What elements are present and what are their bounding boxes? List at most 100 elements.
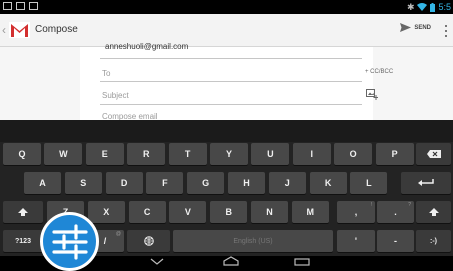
- period-key[interactable]: . ?: [377, 201, 414, 223]
- space-bar[interactable]: English (US): [173, 230, 333, 252]
- attach-icon[interactable]: [366, 89, 378, 100]
- key-o[interactable]: O: [334, 143, 373, 165]
- key-m[interactable]: M: [291, 201, 329, 223]
- shift-icon: [18, 208, 28, 216]
- from-underline: [100, 58, 362, 59]
- key-label: K: [324, 178, 332, 188]
- compose-card: anneshuoli@gmail.com To Subject Compose …: [80, 42, 373, 121]
- key-label: W: [59, 149, 68, 159]
- shift-key-left[interactable]: [3, 201, 43, 223]
- comma-key[interactable]: , !: [337, 201, 375, 223]
- key-v[interactable]: V: [169, 201, 207, 223]
- emoji-key[interactable]: :-): [416, 230, 451, 252]
- key-label: O: [349, 149, 357, 159]
- key-label: T: [184, 149, 191, 159]
- key-label: B: [225, 207, 232, 217]
- notification-icons: [3, 2, 38, 10]
- key-e[interactable]: E: [85, 143, 124, 165]
- up-caret-icon[interactable]: ‹: [2, 23, 6, 37]
- key-label: U: [267, 149, 274, 159]
- action-bar: ‹ Compose SEND: [0, 14, 453, 47]
- key-r[interactable]: R: [127, 143, 166, 165]
- key-w[interactable]: W: [44, 143, 83, 165]
- key-n[interactable]: N: [251, 201, 288, 223]
- recents-nav-icon[interactable]: [294, 256, 310, 266]
- send-label: SEND: [414, 24, 431, 31]
- enter-key[interactable]: [401, 172, 451, 194]
- system-icons: ✱ 5:5: [407, 1, 451, 13]
- key-label: I: [310, 149, 314, 159]
- screenshot-icon: [3, 2, 12, 10]
- enter-icon: [418, 179, 434, 186]
- key-label: M: [306, 207, 315, 217]
- key-x[interactable]: X: [87, 201, 125, 223]
- clock: 5:5: [438, 2, 451, 12]
- shift-key-right[interactable]: [416, 201, 451, 223]
- key-label: R: [142, 149, 150, 159]
- backspace-key[interactable]: [416, 143, 451, 165]
- apostrophe-key[interactable]: ': [337, 230, 375, 252]
- back-nav-icon[interactable]: [150, 256, 164, 266]
- key-label: G: [202, 178, 210, 188]
- key-a[interactable]: A: [24, 172, 61, 194]
- dash-label: -: [394, 236, 397, 246]
- home-nav-icon[interactable]: [222, 256, 240, 266]
- key-u[interactable]: U: [251, 143, 290, 165]
- key-t[interactable]: T: [168, 143, 207, 165]
- key-label: J: [284, 178, 290, 188]
- key-label: C: [143, 207, 151, 217]
- app-title: Compose: [35, 24, 78, 35]
- exclam-hint: !: [370, 202, 372, 208]
- key-label: F: [162, 178, 168, 188]
- key-label: V: [184, 207, 191, 217]
- key-d[interactable]: D: [105, 172, 143, 194]
- key-label: P: [391, 149, 398, 159]
- key-s[interactable]: S: [64, 172, 102, 194]
- key-label: S: [80, 178, 87, 188]
- slash-label: /: [103, 236, 107, 246]
- key-label: L: [366, 178, 372, 188]
- period-label: .: [394, 207, 397, 217]
- key-h[interactable]: H: [228, 172, 265, 194]
- key-q[interactable]: Q: [3, 143, 41, 165]
- subject-field[interactable]: Subject: [102, 91, 129, 100]
- wifi-icon: [417, 3, 428, 11]
- key-f[interactable]: F: [146, 172, 184, 194]
- key-b[interactable]: B: [210, 201, 248, 223]
- key-k[interactable]: K: [309, 172, 347, 194]
- key-label: Q: [18, 149, 26, 159]
- overflow-icon[interactable]: [443, 23, 449, 39]
- at-hint: @: [115, 231, 121, 237]
- key-l[interactable]: L: [350, 172, 388, 194]
- key-p[interactable]: P: [375, 143, 414, 165]
- send-button[interactable]: SEND: [400, 23, 431, 32]
- to-underline: [100, 81, 362, 82]
- key-j[interactable]: J: [268, 172, 306, 194]
- symbols-key[interactable]: ?123: [3, 230, 43, 252]
- gmail-icon[interactable]: [9, 22, 30, 38]
- to-field[interactable]: To: [102, 69, 110, 78]
- space-label: English (US): [233, 237, 273, 245]
- language-key[interactable]: [127, 230, 170, 252]
- settings-fab[interactable]: [40, 212, 99, 271]
- subject-underline: [100, 104, 362, 105]
- key-label: D: [120, 178, 128, 188]
- dash-key[interactable]: -: [377, 230, 414, 252]
- sd-card-icon: [29, 2, 38, 10]
- emoji-label: :-): [430, 237, 437, 245]
- backspace-icon: [426, 150, 441, 158]
- symbols-label: ?123: [15, 237, 31, 245]
- battery-icon: [430, 2, 436, 12]
- from-account[interactable]: anneshuoli@gmail.com: [105, 42, 188, 51]
- key-g[interactable]: G: [187, 172, 225, 194]
- key-label: Y: [225, 149, 232, 159]
- cc-bcc-button[interactable]: + CC/BCC: [365, 69, 393, 75]
- key-y[interactable]: Y: [210, 143, 248, 165]
- key-label: E: [101, 149, 108, 159]
- keyboard-top-strip: [0, 120, 453, 142]
- question-hint: ?: [408, 202, 411, 208]
- shift-icon: [428, 208, 439, 216]
- key-c[interactable]: C: [128, 201, 166, 223]
- apostrophe-label: ': [354, 236, 358, 246]
- key-i[interactable]: I: [292, 143, 331, 165]
